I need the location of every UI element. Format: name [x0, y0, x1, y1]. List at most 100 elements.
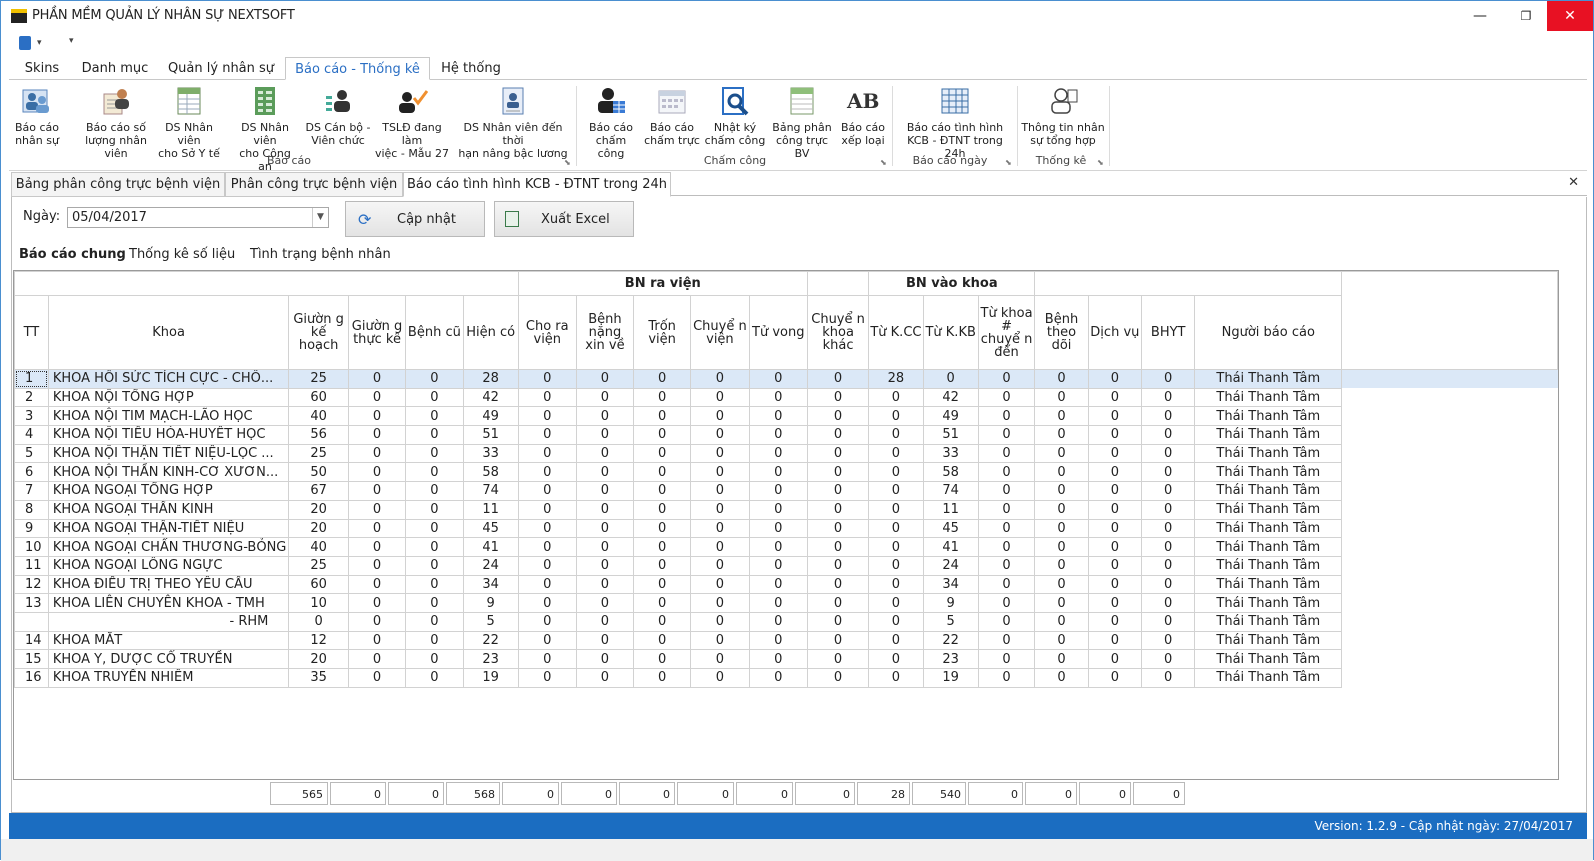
cell-chuyen-vien[interactable]: 0 [690, 425, 750, 445]
cell-benh-cu[interactable]: 0 [405, 649, 464, 669]
cell-cho-ra-vien[interactable]: 0 [517, 406, 577, 427]
cell-giuong-ke-hoach[interactable]: 40 [288, 406, 349, 427]
cell-tron-vien[interactable]: 0 [633, 369, 692, 389]
column-header-tu-vong[interactable]: Tử vong [748, 295, 808, 370]
cell-cho-ra-vien[interactable]: 0 [517, 425, 577, 445]
cell-tu-kkb[interactable]: 51 [922, 425, 979, 445]
cell-tu-khoa-chuyen-den[interactable]: 0 [977, 462, 1036, 483]
subtab-bao-cao-chung[interactable]: Báo cáo chung [19, 247, 126, 262]
cell-chuyen-khoa-khac[interactable]: 0 [806, 611, 870, 632]
column-header-khoa[interactable]: Khoa [47, 295, 290, 370]
cell-benh-theo-doi[interactable]: 0 [1034, 462, 1089, 483]
column-header-giuong-ke-hoach[interactable]: Giườn g kế hoạch [288, 295, 349, 370]
cell-tu-kkb[interactable]: 9 [922, 593, 979, 613]
cell-chuyen-khoa-khac[interactable]: 0 [806, 481, 870, 501]
cell-giuong-ke-hoach[interactable]: 56 [288, 425, 349, 445]
group-launcher-icon[interactable]: ⬊ [1005, 158, 1012, 167]
cell-benh-theo-doi[interactable]: 0 [1034, 593, 1089, 613]
column-header-benh-cu[interactable]: Bệnh cũ [405, 295, 464, 370]
cell-nguoi-bao-cao[interactable]: Thái Thanh Tâm [1194, 425, 1343, 445]
cell-giuong-ke-hoach[interactable]: 20 [288, 649, 349, 669]
cell-tu-kcc[interactable]: 28 [868, 369, 924, 389]
cell-nguoi-bao-cao[interactable]: Thái Thanh Tâm [1194, 668, 1343, 688]
subtab-thong-ke-so-lieu[interactable]: Thống kê số liệu [129, 247, 235, 262]
cell-khoa[interactable]: KHOA Y, DƯỢC CỔ TRUYỀN [47, 649, 290, 669]
cell-nguoi-bao-cao[interactable]: Thái Thanh Tâm [1194, 406, 1343, 427]
ribbon-button-ds-can-bo[interactable]: DS Cán bộ - Viên chức [305, 86, 371, 147]
cell-bhyt[interactable]: 0 [1140, 369, 1196, 389]
column-header-tu-khoa-chuyen-den[interactable]: Từ khoa # chuyể n đến [977, 295, 1036, 370]
table-row[interactable]: 7 KHOA NGOẠI TỔNG HỢP 67 0 0 74 0 0 0 0 0 0 0 74 0 0 0 0 T… [14, 481, 1558, 501]
cell-giuong-thuc-ke[interactable]: 0 [347, 555, 407, 576]
cell-khoa[interactable]: KHOA NGOẠI THẦN KINH [47, 499, 290, 520]
cell-dich-vu[interactable]: 0 [1087, 499, 1142, 520]
cell-dich-vu[interactable]: 0 [1087, 462, 1142, 483]
cell-chuyen-vien[interactable]: 0 [690, 649, 750, 669]
cell-tt[interactable]: 16 [14, 668, 49, 688]
cell-tu-kcc[interactable]: 0 [868, 593, 924, 613]
cell-benh-nang-xin-ve[interactable]: 0 [575, 481, 635, 501]
cell-nguoi-bao-cao[interactable]: Thái Thanh Tâm [1194, 593, 1343, 613]
cell-tu-vong[interactable]: 0 [748, 443, 808, 464]
tab-skins[interactable]: Skins [15, 57, 69, 80]
cell-tu-vong[interactable]: 0 [748, 611, 808, 632]
tab-danh-muc[interactable]: Danh mục [77, 57, 153, 80]
cell-chuyen-khoa-khac[interactable]: 0 [806, 537, 870, 557]
cell-chuyen-khoa-khac[interactable]: 0 [806, 406, 870, 427]
cell-hien-co[interactable]: 58 [462, 462, 519, 483]
cell-benh-nang-xin-ve[interactable]: 0 [575, 668, 635, 688]
cell-bhyt[interactable]: 0 [1140, 574, 1196, 595]
cell-hien-co[interactable]: 11 [462, 499, 519, 520]
cell-benh-cu[interactable]: 0 [405, 555, 464, 576]
cell-chuyen-khoa-khac[interactable]: 0 [806, 630, 870, 651]
cell-tu-khoa-chuyen-den[interactable]: 0 [977, 537, 1036, 557]
cell-giuong-thuc-ke[interactable]: 0 [347, 537, 407, 557]
cell-tron-vien[interactable]: 0 [633, 406, 692, 427]
cell-bhyt[interactable]: 0 [1140, 518, 1196, 539]
cell-benh-nang-xin-ve[interactable]: 0 [575, 555, 635, 576]
cell-bhyt[interactable]: 0 [1140, 406, 1196, 427]
cell-dich-vu[interactable]: 0 [1087, 649, 1142, 669]
cell-dich-vu[interactable]: 0 [1087, 425, 1142, 445]
column-header-benh-nang-xin-ve[interactable]: Bệnh nặng xin về [575, 295, 635, 370]
column-header-nguoi-bao-cao[interactable]: Người báo cáo [1194, 295, 1343, 370]
cell-benh-nang-xin-ve[interactable]: 0 [575, 537, 635, 557]
cell-cho-ra-vien[interactable]: 0 [517, 593, 577, 613]
cell-tu-khoa-chuyen-den[interactable]: 0 [977, 593, 1036, 613]
cell-dich-vu[interactable]: 0 [1087, 555, 1142, 576]
cell-benh-cu[interactable]: 0 [405, 462, 464, 483]
cell-khoa[interactable]: KHOA HỒI SỨC TÍCH CỰC - CHỐ... [47, 369, 290, 389]
cell-giuong-thuc-ke[interactable]: 0 [347, 593, 407, 613]
cell-nguoi-bao-cao[interactable]: Thái Thanh Tâm [1194, 499, 1343, 520]
cell-benh-theo-doi[interactable]: 0 [1034, 387, 1089, 408]
cell-nguoi-bao-cao[interactable]: Thái Thanh Tâm [1194, 518, 1343, 539]
cell-tu-vong[interactable]: 0 [748, 499, 808, 520]
cell-tt[interactable]: 12 [14, 574, 49, 595]
cell-tu-kkb[interactable]: 58 [922, 462, 979, 483]
report-grid[interactable]: BN ra viện BN vào khoa TT Khoa Giườn g kế … [13, 270, 1559, 780]
close-button[interactable]: ✕ [1547, 1, 1593, 31]
cell-tron-vien[interactable]: 0 [633, 574, 692, 595]
tab-bao-cao-thong-ke[interactable]: Báo cáo - Thống kê [285, 57, 430, 80]
cell-giuong-ke-hoach[interactable]: 35 [288, 668, 349, 688]
cell-chuyen-vien[interactable]: 0 [690, 406, 750, 427]
cell-nguoi-bao-cao[interactable]: Thái Thanh Tâm [1194, 555, 1343, 576]
cell-tron-vien[interactable]: 0 [633, 387, 692, 408]
cell-khoa[interactable]: KHOA NỘI TỔNG HỢP [47, 387, 290, 408]
cell-tu-khoa-chuyen-den[interactable]: 0 [977, 425, 1036, 445]
cell-benh-nang-xin-ve[interactable]: 0 [575, 574, 635, 595]
cell-chuyen-vien[interactable]: 0 [690, 574, 750, 595]
cell-khoa[interactable]: KHOA NGOẠI LỒNG NGỰC [47, 555, 290, 576]
cell-benh-theo-doi[interactable]: 0 [1034, 406, 1089, 427]
cell-giuong-ke-hoach[interactable]: 20 [288, 499, 349, 520]
cell-benh-nang-xin-ve[interactable]: 0 [575, 518, 635, 539]
cell-tron-vien[interactable]: 0 [633, 555, 692, 576]
group-launcher-icon[interactable]: ⬊ [880, 158, 887, 167]
cell-benh-theo-doi[interactable]: 0 [1034, 574, 1089, 595]
cell-tu-kkb[interactable]: 5 [922, 611, 979, 632]
cell-chuyen-khoa-khac[interactable]: 0 [806, 668, 870, 688]
cell-tt[interactable]: 8 [14, 499, 49, 520]
export-excel-button[interactable]: Xuất Excel [494, 201, 634, 237]
cell-benh-theo-doi[interactable]: 0 [1034, 443, 1089, 464]
cell-hien-co[interactable]: 23 [462, 649, 519, 669]
